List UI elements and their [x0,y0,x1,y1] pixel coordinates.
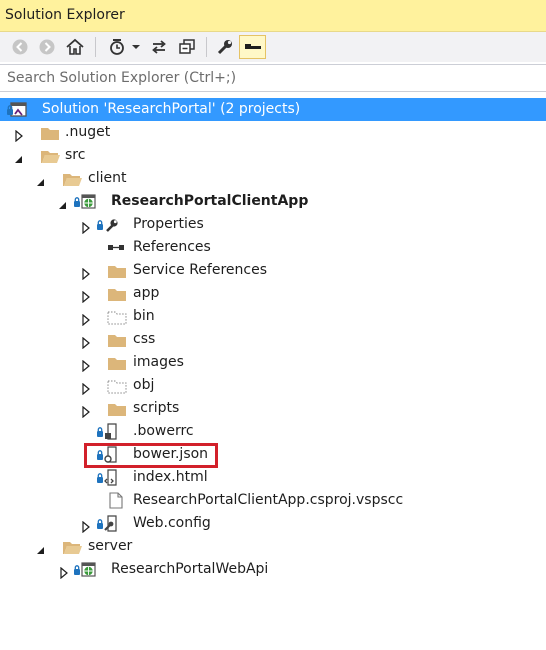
highlight-box [84,443,218,468]
tree-item-label: client [88,170,127,186]
collapse-all-icon[interactable] [176,35,198,59]
tree-item-vspscc[interactable]: ResearchPortalClientApp.csproj.vspscc [0,489,546,512]
folder-open-icon [38,146,62,166]
tree-item-label: References [133,239,211,255]
properties-icon[interactable] [214,35,236,59]
tree-item-label: ResearchPortalClientApp [111,193,309,209]
pending-changes-icon[interactable] [106,35,128,59]
tree-item-label: .bowerrc [133,423,194,439]
excluded-folder-icon [105,376,129,396]
sync-icon[interactable] [148,35,170,59]
toolbar [0,32,546,62]
tree-item-bowerrc[interactable]: .bowerrc [0,420,546,443]
tree-item-server-project[interactable]: ResearchPortalWebApi [0,558,546,581]
tree-item-css[interactable]: css [0,328,546,351]
home-icon[interactable] [64,35,86,59]
search-input[interactable] [7,69,537,87]
expand-arrow-icon[interactable] [81,380,91,396]
expand-arrow-icon[interactable] [81,357,91,373]
solution-icon [6,100,30,120]
html-file-icon [96,468,120,488]
expand-arrow-icon[interactable] [81,219,91,235]
folder-open-icon [60,537,84,557]
tree-item-label: .nuget [65,124,111,140]
tree-item-service-references[interactable]: Service References [0,259,546,282]
folder-open-icon [60,169,84,189]
collapse-arrow-icon[interactable] [36,173,46,186]
tree-item-src[interactable]: src [0,144,546,167]
tree-item-label: images [133,354,184,370]
collapse-arrow-icon[interactable] [14,150,24,163]
file-icon [105,491,129,511]
expand-arrow-icon[interactable] [14,127,24,143]
tree-item-app[interactable]: app [0,282,546,305]
back-icon[interactable] [10,35,30,59]
expand-arrow-icon[interactable] [81,311,91,327]
tree-item-references[interactable]: References [0,236,546,259]
folder-icon [38,123,62,143]
tree-item-obj[interactable]: obj [0,374,546,397]
tree-item-label: obj [133,377,155,393]
expand-arrow-icon[interactable] [81,518,91,534]
tree-item-label: src [65,147,86,163]
tree-item-label: Service References [133,262,267,278]
tree-item-bower-json[interactable]: bower.json [0,443,546,466]
references-icon [105,238,129,258]
config-file-icon [96,514,120,534]
preview-icon[interactable] [239,35,266,59]
tree-item-server[interactable]: server [0,535,546,558]
tree-item-images[interactable]: images [0,351,546,374]
expand-arrow-icon[interactable] [81,265,91,281]
toolbar-separator [206,37,207,57]
folder-icon [105,330,129,350]
tree-item-client-project[interactable]: ResearchPortalClientApp [0,190,546,213]
tree-item-solution[interactable]: Solution 'ResearchPortal' (2 projects) [0,98,546,121]
collapse-arrow-icon[interactable] [36,541,46,554]
tree-item-label: Solution 'ResearchPortal' (2 projects) [42,101,301,117]
toolbar-separator [95,37,96,57]
tree-item-label: server [88,538,133,554]
tree-item-label: scripts [133,400,180,416]
search-box [0,64,546,92]
title-bar: Solution Explorer [0,0,546,32]
tree-item-label: index.html [133,469,208,485]
tree-item-client[interactable]: client [0,167,546,190]
folder-icon [105,399,129,419]
tree-item-bin[interactable]: bin [0,305,546,328]
tree-item-label: Properties [133,216,204,232]
web-project-icon [73,192,97,212]
tree-item-label: ResearchPortalClientApp.csproj.vspscc [133,492,404,508]
expand-arrow-icon[interactable] [81,288,91,304]
tree-item-label: Web.config [133,515,211,531]
tree-item-web-config[interactable]: Web.config [0,512,546,535]
window-title: Solution Explorer [5,7,125,23]
excluded-folder-icon [105,307,129,327]
folder-icon [105,353,129,373]
folder-icon [105,284,129,304]
wrench-icon [96,215,120,235]
tree-item-label: css [133,331,156,347]
tree-item-label: app [133,285,160,301]
collapse-arrow-icon[interactable] [58,196,68,209]
expand-arrow-icon[interactable] [81,334,91,350]
tree-item-label: bin [133,308,155,324]
config-file-icon [96,422,120,442]
tree-item-properties[interactable]: Properties [0,213,546,236]
forward-icon[interactable] [37,35,57,59]
tree-item-label: ResearchPortalWebApi [111,561,269,577]
expand-arrow-icon[interactable] [81,403,91,419]
tree-item-index-html[interactable]: index.html [0,466,546,489]
expand-arrow-icon[interactable] [59,564,69,580]
folder-icon [105,261,129,281]
web-project-icon [73,560,97,580]
tree-item-scripts[interactable]: scripts [0,397,546,420]
tree-item-nuget[interactable]: .nuget [0,121,546,144]
dropdown-icon[interactable] [130,35,142,59]
